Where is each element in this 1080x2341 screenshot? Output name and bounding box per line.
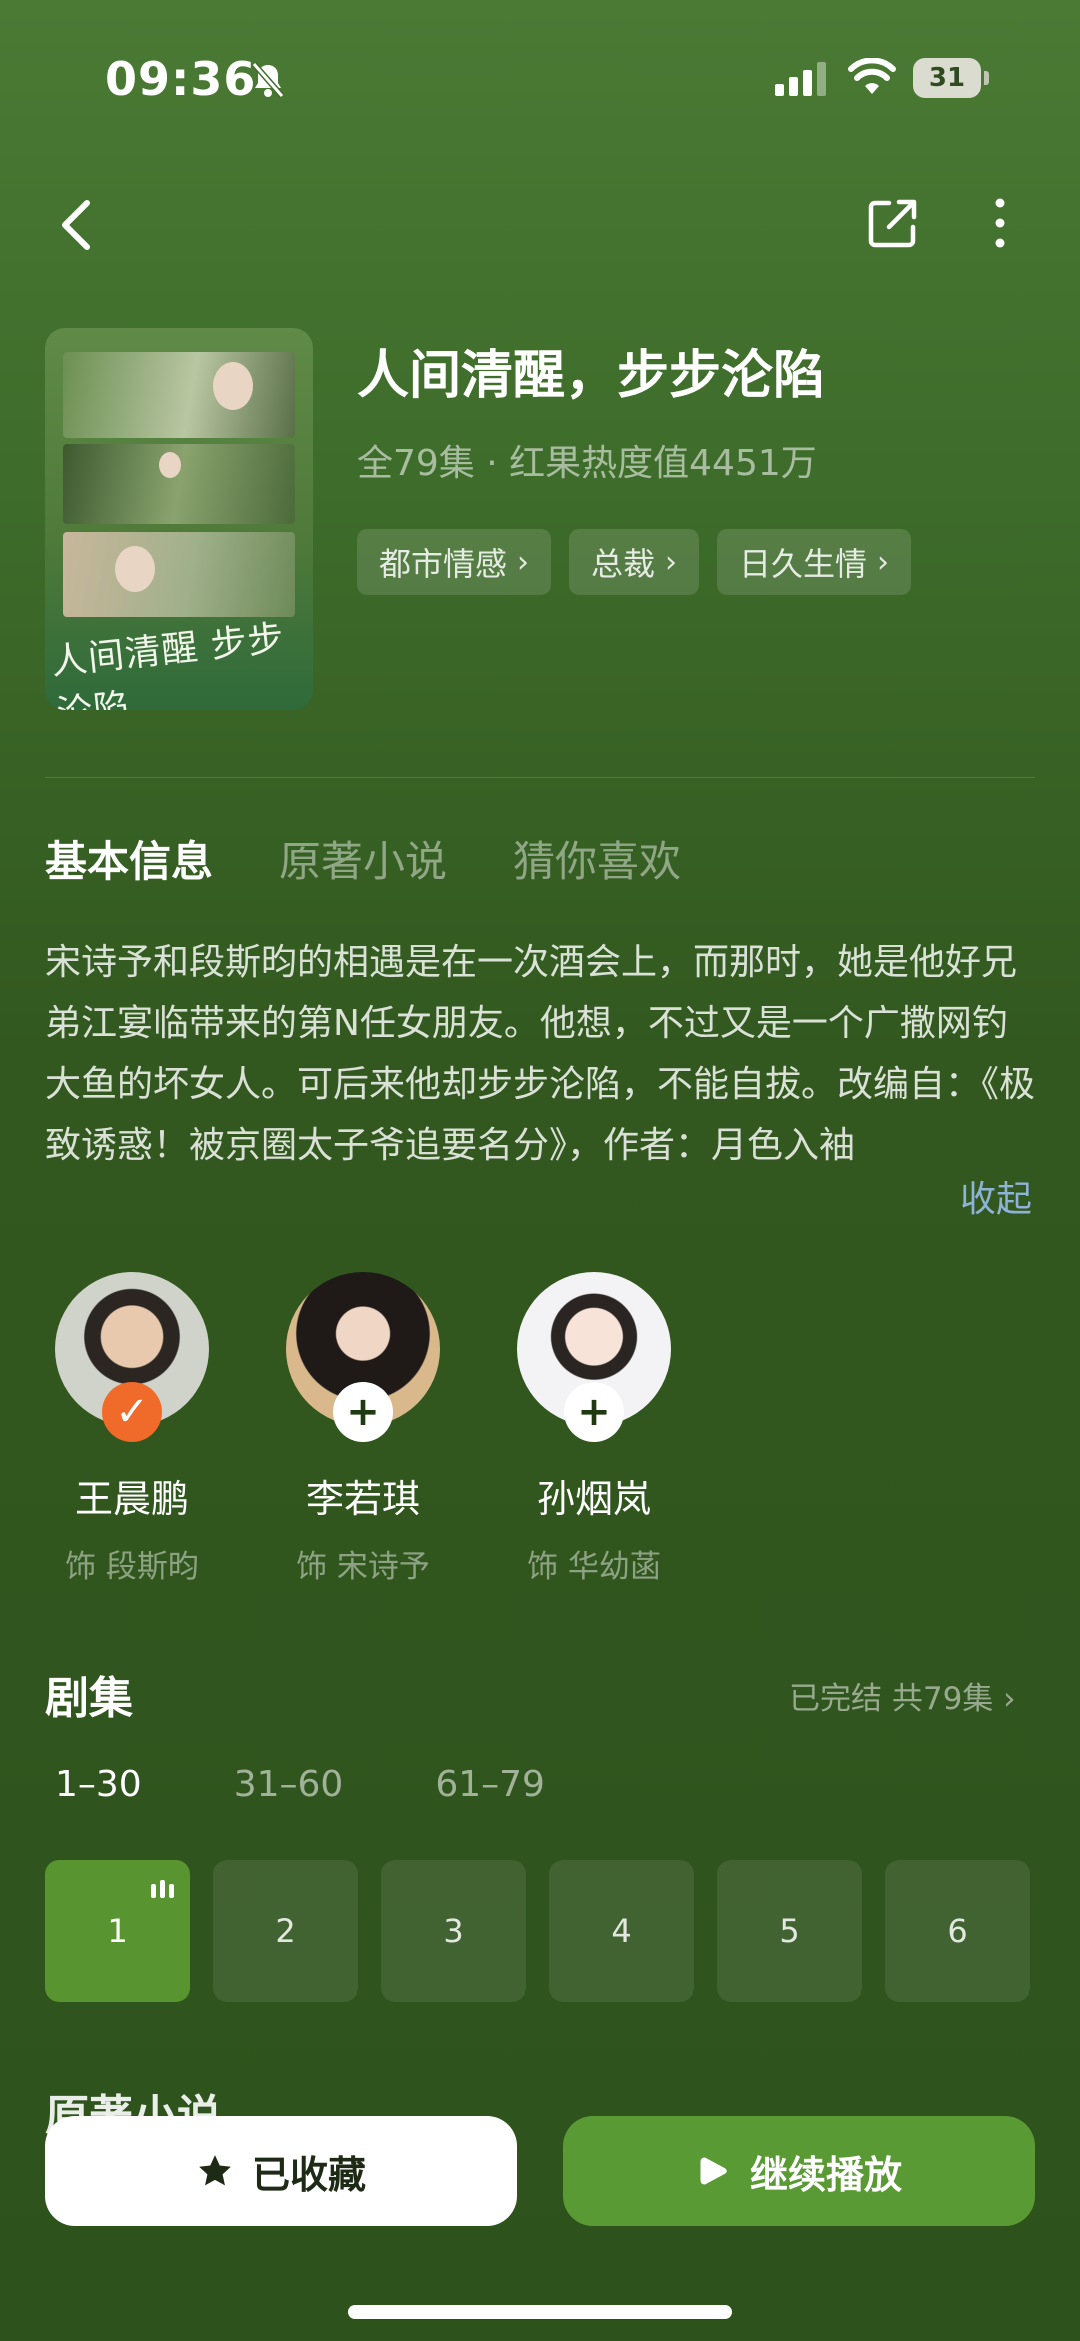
tab-basic-info[interactable]: 基本信息	[45, 828, 213, 889]
tag-label: 总裁	[591, 545, 656, 583]
cast-name: 孙烟岚	[536, 1477, 651, 1521]
episode-number: 3	[443, 1912, 464, 1950]
tag-urban-romance[interactable]: 都市情感 ›	[357, 529, 552, 595]
avatar: +	[286, 1272, 440, 1442]
episodes-status-link[interactable]: 已完结 共79集 ›	[789, 1673, 1016, 1718]
favorite-button[interactable]: 已收藏	[45, 2116, 517, 2226]
tag-list: 都市情感 › 总裁 › 日久生情 ›	[357, 529, 912, 595]
star-icon	[199, 2155, 231, 2186]
follow-plus-icon[interactable]: +	[333, 1382, 393, 1442]
drama-meta: 全79集 · 红果热度值4451万	[357, 443, 817, 484]
cast-member[interactable]: + 李若琪 饰 宋诗予	[263, 1272, 463, 1586]
continue-play-label: 继续播放	[749, 2152, 902, 2197]
drama-title: 人间清醒，步步沦陷	[357, 346, 826, 406]
episode-range-tabs: 1–30 31–60 61–79	[55, 1764, 545, 1805]
episode-number: 1	[107, 1912, 128, 1950]
tag-slow-burn[interactable]: 日久生情 ›	[717, 529, 912, 595]
chevron-right-icon: ›	[1003, 1681, 1016, 1717]
follow-plus-icon[interactable]: +	[564, 1382, 624, 1442]
poster-title: 人间清醒 步步沦陷	[49, 617, 287, 710]
episode-button[interactable]: 1	[45, 1860, 190, 2002]
tag-label: 日久生情	[739, 545, 868, 583]
episode-button[interactable]: 4	[549, 1860, 694, 2002]
tab-recommendations[interactable]: 猜你喜欢	[513, 828, 681, 889]
episode-list: 1 2 3 4 5 6	[45, 1860, 1030, 2002]
tab-original-novel[interactable]: 原著小说	[279, 828, 447, 889]
cast-role: 饰 段斯昀	[65, 1549, 199, 1585]
episode-number: 6	[947, 1912, 968, 1950]
status-time: 09:36	[105, 52, 257, 106]
episode-number: 2	[275, 1912, 296, 1950]
cast-member[interactable]: ✓ 王晨鹏 饰 段斯昀	[32, 1272, 232, 1586]
cast-name: 王晨鹏	[74, 1477, 189, 1521]
avatar: +	[517, 1272, 671, 1442]
episode-button[interactable]: 5	[717, 1860, 862, 2002]
back-icon[interactable]	[55, 195, 105, 255]
divider	[45, 777, 1035, 778]
episode-number: 4	[611, 1912, 632, 1950]
cast-name: 李若琪	[305, 1477, 420, 1521]
battery-icon: 31	[913, 58, 989, 98]
episode-button[interactable]: 2	[213, 1860, 358, 2002]
tab-bar: 基本信息 原著小说 猜你喜欢	[45, 828, 681, 889]
tag-ceo[interactable]: 总裁 ›	[569, 529, 700, 595]
episode-button[interactable]: 6	[885, 1860, 1030, 2002]
episode-number: 5	[779, 1912, 800, 1950]
continue-play-button[interactable]: 继续播放	[563, 2116, 1035, 2226]
followed-check-icon[interactable]: ✓	[102, 1382, 162, 1442]
chevron-right-icon: ›	[665, 544, 678, 580]
chevron-right-icon: ›	[517, 544, 530, 580]
avatar: ✓	[55, 1272, 209, 1442]
range-tab[interactable]: 31–60	[234, 1764, 344, 1805]
cast-role: 饰 宋诗予	[296, 1549, 430, 1585]
wifi-icon	[848, 58, 896, 94]
home-indicator[interactable]	[348, 2305, 732, 2319]
drama-poster[interactable]: 人间清醒 步步沦陷	[45, 328, 313, 710]
range-tab[interactable]: 1–30	[55, 1764, 142, 1805]
range-tab[interactable]: 61–79	[435, 1764, 545, 1805]
collapse-link[interactable]: 收起	[960, 1170, 1032, 1222]
signal-icon	[775, 62, 826, 96]
chevron-right-icon: ›	[877, 544, 890, 580]
episodes-heading: 剧集	[45, 1673, 133, 1724]
battery-level: 31	[913, 58, 981, 98]
more-options-icon[interactable]	[985, 195, 1015, 251]
now-playing-icon	[151, 1880, 174, 1898]
bell-off-icon	[251, 62, 285, 98]
synopsis-text: 宋诗予和段斯昀的相遇是在一次酒会上，而那时，她是他好兄弟江宴临带来的第N任女朋友…	[45, 942, 1036, 1166]
play-icon	[700, 2157, 727, 2185]
favorite-label: 已收藏	[251, 2152, 366, 2197]
episodes-status: 已完结 共79集	[789, 1681, 994, 1717]
cast-member[interactable]: + 孙烟岚 饰 华幼菡	[494, 1272, 694, 1586]
share-icon[interactable]	[865, 195, 921, 251]
tag-label: 都市情感	[379, 545, 508, 583]
cast-role: 饰 华幼菡	[527, 1549, 661, 1585]
episode-button[interactable]: 3	[381, 1860, 526, 2002]
